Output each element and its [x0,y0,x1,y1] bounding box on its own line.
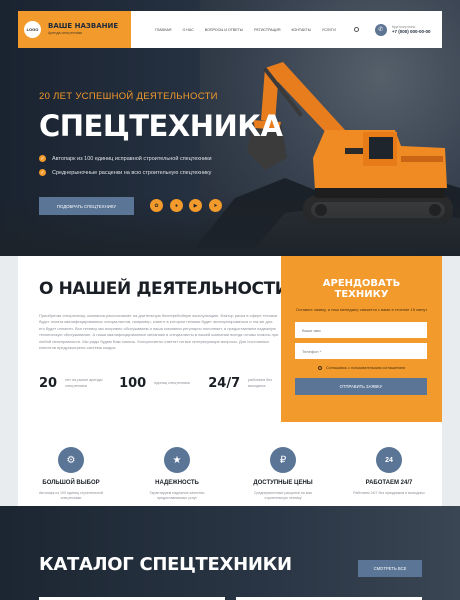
stat-item: 24/7 работаем без выходных [208,376,286,391]
features-section: ⚙ БОЛЬШОЙ ВЫБОР Автопарк из 100 единиц с… [18,422,442,506]
choose-equipment-button[interactable]: Подобрать спецтехнику [39,197,134,215]
name-field[interactable] [295,322,427,338]
rent-form: АРЕНДОВАТЬ ТЕХНИКУ Оставьте заявку, и на… [281,256,442,422]
about-text: Приобретая спецтехнику, компания рассчит… [39,313,279,350]
feature-text: Гарантируем надежное качество предоставл… [149,491,205,501]
price-icon: ₽ [270,447,296,473]
radio-icon[interactable] [318,366,322,370]
search-icon[interactable] [353,27,359,32]
consent-label: Соглашаюсь с пользовательским соглашение… [326,366,405,370]
hero-bullets: ✓ Автопарк из 100 единиц исправной строит… [39,155,212,183]
feature-item: ⚙ БОЛЬШОЙ ВЫБОР Автопарк из 100 единиц с… [31,447,111,506]
hero-title: СПЕЦТЕХНИКА [39,109,283,143]
phone-field[interactable] [295,343,427,359]
feature-title: НАДЕЖНОСТЬ [155,480,199,486]
consent-checkbox[interactable]: Соглашаюсь с пользовательским соглашение… [295,366,428,370]
feature-item: 24 РАБОТАЕМ 24/7 Работаем 24/7 без празд… [349,447,429,506]
stats: 20 лет на рынке аренды спецтехники 100 е… [39,376,302,391]
stat-item: 100 единиц спецтехники [119,376,192,391]
feature-item: ₽ ДОСТУПНЫЕ ЦЕНЫ Среднерыночные расценки… [243,447,323,506]
clock-24-icon: 24 [376,447,402,473]
check-icon: ✓ [39,169,46,176]
youtube-icon[interactable]: ▶ [189,199,202,212]
hero-subtitle: 20 лет успешной деятельности [39,91,218,102]
rent-form-text: Оставьте заявку, и наш менеджер свяжется… [295,307,428,312]
nav-item-registration[interactable]: Регистрация [254,28,280,32]
about-section: О НАШЕЙ ДЕЯТЕЛЬНОСТИ Приобретая спецтехн… [18,256,442,422]
phone-number[interactable]: +7 (000) 000-00-00 [392,29,431,34]
stat-number: 100 [119,376,147,391]
company-name: ВАШЕ НАЗВАНИЕ [48,22,119,31]
nav-item-about[interactable]: О нас [182,28,193,32]
feature-title: РАБОТАЕМ 24/7 [365,480,413,486]
feature-title: БОЛЬШОЙ ВЫБОР [42,480,100,486]
feature-item: ★ НАДЕЖНОСТЬ Гарантируем надежное качест… [137,447,217,506]
check-icon: ✓ [39,155,46,162]
logo-badge: LOGO [24,21,41,38]
view-all-button[interactable]: Смотреть все [358,560,422,577]
nav-item-home[interactable]: Главная [155,28,171,32]
hero-bullet: ✓ Автопарк из 100 единиц исправной строит… [39,155,212,162]
odnoklassniki-icon[interactable]: ● [170,199,183,212]
company-tagline: Аренда спецтехники [48,31,83,36]
stat-item: 20 лет на рынке аренды спецтехники [39,376,103,391]
hero-bullet: ✓ Среднерыночные расценки на всю строител… [39,169,212,176]
logo[interactable]: LOGO ВАШЕ НАЗВАНИЕ Аренда спецтехники [18,11,131,48]
feature-text: Среднерыночные расценки на всю строитель… [253,491,313,501]
stat-label: лет на рынке аренды спецтехники [65,378,103,388]
feature-title: ДОСТУПНЫЕ ЦЕНЫ [253,480,313,486]
main-nav: Главная О нас Вопросы и ответы Регистрац… [155,28,336,32]
tractor-icon: ⚙ [58,447,84,473]
nav-item-faq[interactable]: Вопросы и ответы [205,28,243,32]
feature-text: Работаем 24/7 без праздников и выходных [353,491,425,495]
stat-label: единиц спецтехники [154,380,190,385]
phone-icon: ✆ [374,23,387,36]
hero-section: LOGO ВАШЕ НАЗВАНИЕ Аренда спецтехники Гл… [0,0,460,256]
nav-item-services[interactable]: Услуги [322,28,336,32]
catalog-section: КАТАЛОГ СПЕЦТЕХНИКИ Смотреть все [0,506,460,600]
medal-icon: ★ [164,447,190,473]
stat-number: 20 [39,376,58,391]
nav-item-contacts[interactable]: Контакты [291,28,310,32]
about-title: О НАШЕЙ ДЕЯТЕЛЬНОСТИ [39,279,289,299]
telegram-icon[interactable]: ➤ [209,199,222,212]
site-header: LOGO ВАШЕ НАЗВАНИЕ Аренда спецтехники Гл… [18,11,442,48]
feature-text: Автопарк из 100 единиц строительной спец… [39,491,103,501]
submit-button[interactable]: Отправить заявку [295,378,427,395]
rent-form-title: АРЕНДОВАТЬ ТЕХНИКУ [322,278,401,300]
stat-number: 24/7 [208,376,241,391]
vk-icon[interactable]: ✿ [150,199,163,212]
catalog-title: КАТАЛОГ СПЕЦТЕХНИКИ [39,554,292,575]
